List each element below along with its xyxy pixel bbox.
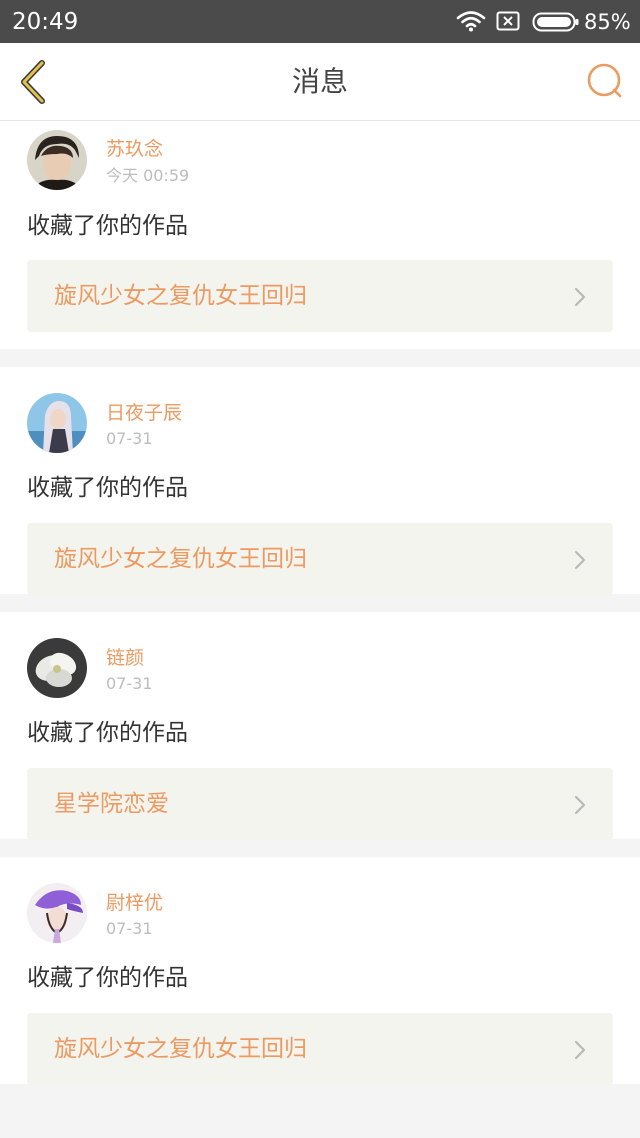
search-button[interactable]: [585, 62, 625, 102]
avatar[interactable]: [27, 130, 87, 190]
user-name[interactable]: 苏玖念: [106, 137, 163, 161]
divider: [0, 594, 640, 612]
work-link[interactable]: 旋风少女之复仇女王回归: [27, 260, 613, 332]
chevron-right-icon: [574, 1040, 586, 1060]
wifi-icon: [456, 10, 486, 36]
no-sim-icon: [496, 11, 520, 35]
message-card: 链颜 07-31 收藏了你的作品 星学院恋爱: [0, 612, 640, 840]
battery-percent: 85%: [584, 10, 631, 34]
page-title: 消息: [291, 65, 348, 98]
search-icon: [587, 63, 622, 98]
avatar[interactable]: [27, 393, 87, 453]
divider: [0, 839, 640, 857]
avatar[interactable]: [27, 638, 87, 698]
status-bar: 20:49 85%: [0, 0, 640, 43]
user-name[interactable]: 日夜子辰: [106, 401, 182, 425]
work-link[interactable]: 星学院恋爱: [27, 768, 613, 840]
message-time: 07-31: [106, 674, 153, 693]
message-card: 苏玖念 今天 00:59 收藏了你的作品 旋风少女之复仇女王回归: [0, 121, 640, 349]
nav-bar: 消息: [0, 43, 640, 121]
message-time: 今天 00:59: [106, 166, 190, 185]
work-title: 旋风少女之复仇女王回归: [54, 283, 307, 309]
work-link[interactable]: 旋风少女之复仇女王回归: [27, 523, 613, 595]
status-time: 20:49: [12, 9, 79, 35]
message-card: 尉梓优 07-31 收藏了你的作品 旋风少女之复仇女王回归: [0, 857, 640, 1085]
chevron-right-icon: [574, 287, 586, 307]
divider: [0, 349, 640, 367]
battery-icon: [532, 12, 580, 36]
message-list: 苏玖念 今天 00:59 收藏了你的作品 旋风少女之复仇女王回归 日夜子辰 07…: [0, 121, 640, 1085]
message-card: 日夜子辰 07-31 收藏了你的作品 旋风少女之复仇女王回归: [0, 367, 640, 595]
work-title: 旋风少女之复仇女王回归: [54, 1036, 307, 1062]
message-time: 07-31: [106, 919, 153, 938]
action-text: 收藏了你的作品: [27, 475, 188, 501]
action-text: 收藏了你的作品: [27, 213, 188, 239]
work-link[interactable]: 旋风少女之复仇女王回归: [27, 1013, 613, 1085]
message-time: 07-31: [106, 429, 153, 448]
action-text: 收藏了你的作品: [27, 720, 188, 746]
work-title: 星学院恋爱: [54, 791, 169, 817]
user-name[interactable]: 尉梓优: [106, 891, 163, 915]
action-text: 收藏了你的作品: [27, 965, 188, 991]
chevron-right-icon: [574, 795, 586, 815]
chevron-right-icon: [574, 550, 586, 570]
user-name[interactable]: 链颜: [106, 646, 144, 670]
avatar[interactable]: [27, 883, 87, 943]
work-title: 旋风少女之复仇女王回归: [54, 546, 307, 572]
